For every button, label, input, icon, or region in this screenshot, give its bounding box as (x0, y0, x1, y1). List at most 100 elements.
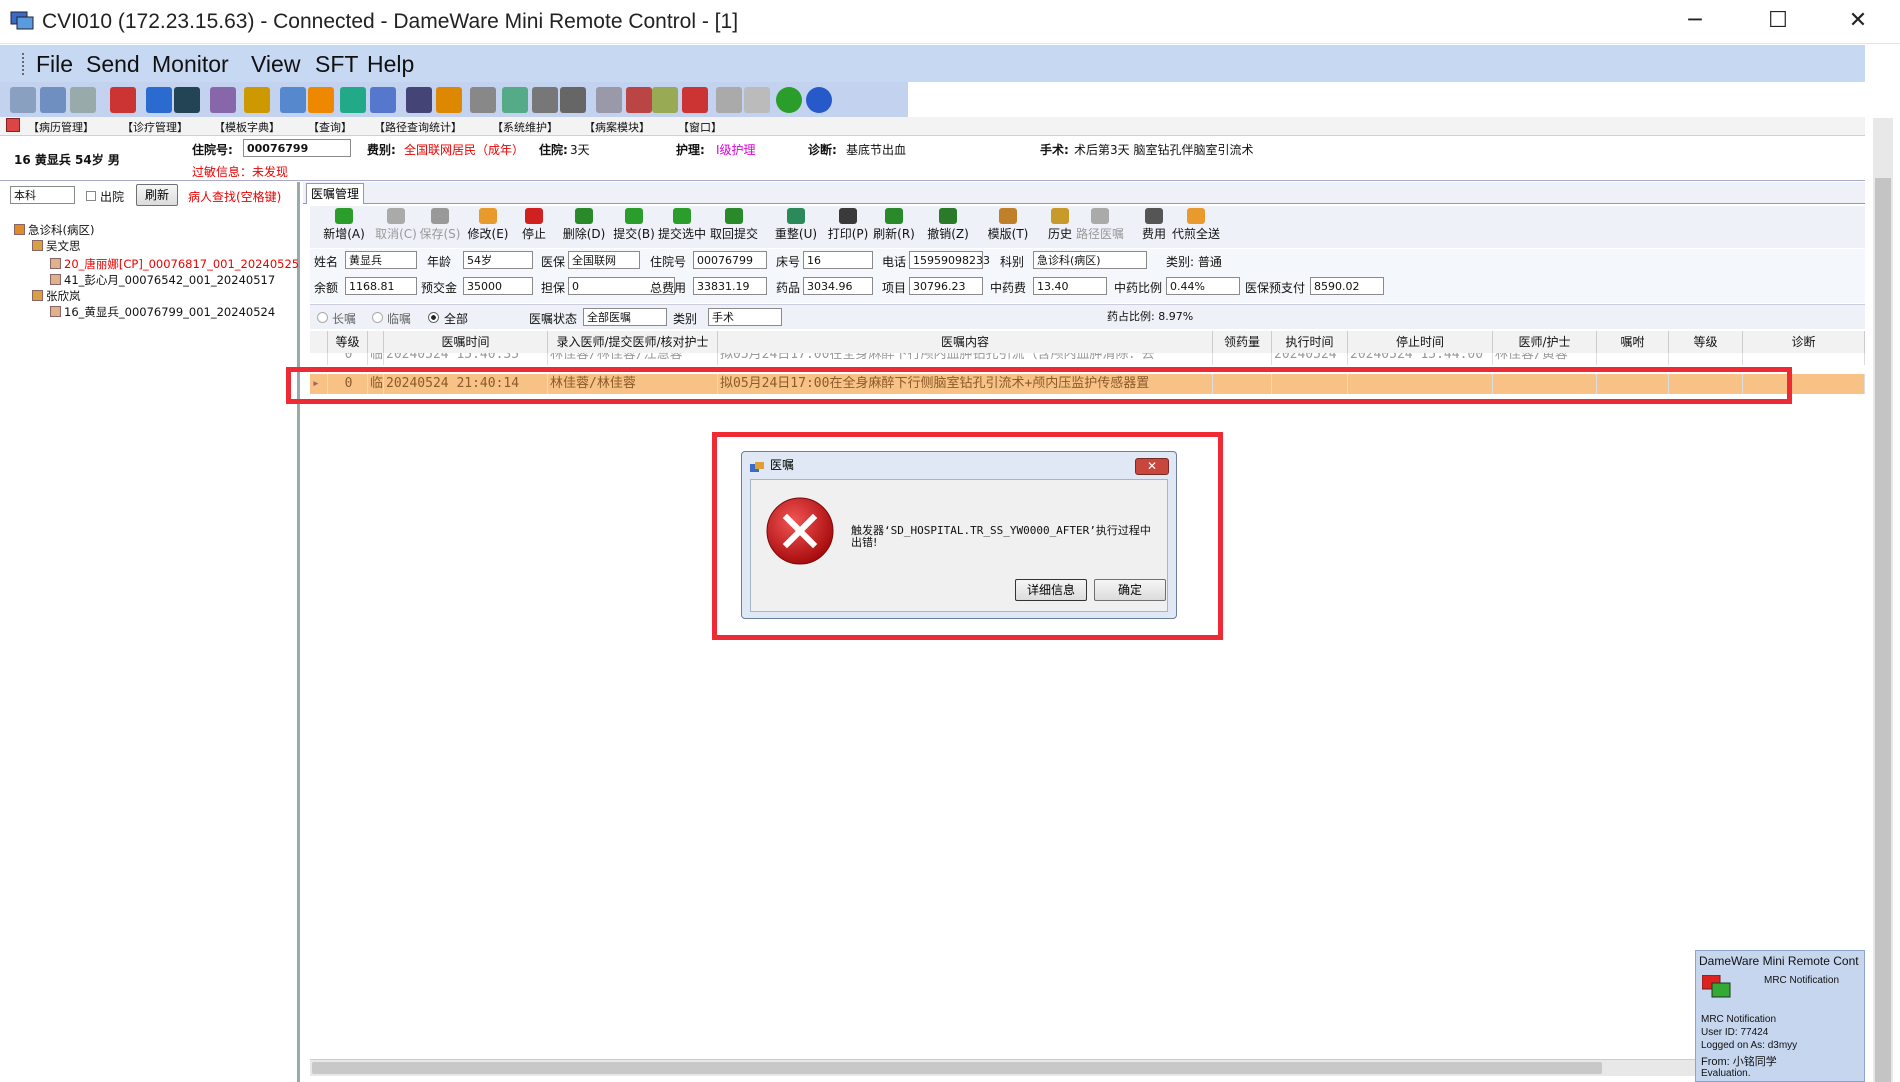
action-button-3[interactable]: 修改(E) (462, 206, 514, 242)
column-header[interactable]: 录入医师/提交医师/核对护士 (548, 331, 718, 354)
action-button-0[interactable]: 新增(A) (318, 206, 370, 242)
balance-field[interactable]: 1168.81 (345, 277, 417, 295)
column-header[interactable]: 医嘱内容 (718, 331, 1213, 354)
total-field[interactable]: 33831.19 (693, 277, 767, 295)
menu-query[interactable]: 【查询】 (308, 119, 352, 135)
insurance-field[interactable]: 全国联网 (568, 251, 640, 269)
item-field[interactable]: 30796.23 (909, 277, 983, 295)
column-header[interactable]: 等级 (1669, 331, 1743, 354)
tree-doctor-node[interactable]: 张欣岚 (32, 288, 81, 304)
action-button-7[interactable]: 提交选中 (656, 206, 708, 242)
drug-field[interactable]: 3034.96 (803, 277, 873, 295)
deposit-field[interactable]: 35000 (463, 277, 533, 295)
order-row[interactable]: 0 临 20240524 15:40:35 林佳蓉/林佳蓉/江慧蓉 拟05月24日17:… (310, 353, 1865, 365)
type-select[interactable]: 手术 (708, 308, 782, 326)
bed-field[interactable]: 16 (803, 251, 873, 269)
column-header[interactable]: 领药量 (1213, 331, 1272, 354)
column-header[interactable]: 医嘱时间 (384, 331, 548, 354)
close-button[interactable]: ✕ (1818, 0, 1898, 44)
print-icon[interactable] (532, 87, 558, 113)
tcm-ratio-field[interactable]: 0.44% (1166, 277, 1240, 295)
column-header[interactable] (368, 331, 384, 354)
menu-window[interactable]: 【窗口】 (678, 119, 722, 135)
tree-patient-node[interactable]: 41_彭心月_00076542_001_20240517 (50, 272, 275, 288)
column-header[interactable]: 停止时间 (1348, 331, 1493, 354)
globe-icon[interactable] (470, 87, 496, 113)
lock-icon[interactable] (244, 87, 270, 113)
dept-field[interactable]: 急诊科(病区) (1033, 251, 1147, 269)
menu-treatment[interactable]: 【诊疗管理】 (122, 119, 188, 135)
name-field[interactable]: 黄显兵 (345, 251, 417, 269)
action-button-11[interactable]: 刷新(R) (868, 206, 920, 242)
dialog-close-button[interactable]: ✕ (1135, 458, 1169, 475)
remote-icon[interactable] (110, 87, 136, 113)
window-icon[interactable] (744, 87, 770, 113)
refresh-button[interactable]: 刷新 (136, 184, 178, 206)
menu-monitor[interactable]: Monitor (152, 51, 229, 78)
info-icon[interactable] (776, 87, 802, 113)
record-icon[interactable] (682, 87, 708, 113)
status-select[interactable]: 全部医嘱 (583, 308, 667, 326)
menu-file[interactable]: File (36, 51, 73, 78)
settings-icon[interactable] (436, 87, 462, 113)
action-button-4[interactable]: 停止 (508, 206, 560, 242)
phone-field[interactable]: 15959098233 (909, 251, 990, 269)
menu-sys-maint[interactable]: 【系统维护】 (492, 119, 558, 135)
action-button-17[interactable]: 代煎全送 (1170, 206, 1222, 242)
column-header[interactable]: 嘱咐 (1597, 331, 1669, 354)
action-button-5[interactable]: 删除(D) (558, 206, 610, 242)
grid-icon[interactable] (406, 87, 432, 113)
view-icon[interactable] (280, 87, 306, 113)
maximize-button[interactable]: ☐ (1738, 0, 1818, 44)
menu-record-mgmt[interactable]: 【病历管理】 (28, 119, 94, 135)
scan-icon[interactable] (560, 87, 586, 113)
menu-view[interactable]: View (251, 51, 300, 78)
cursor-icon[interactable] (370, 87, 396, 113)
host-icon[interactable] (40, 87, 66, 113)
tcm-field[interactable]: 13.40 (1033, 277, 1107, 295)
vertical-scroll-thumb[interactable] (1875, 178, 1891, 1082)
stop-icon[interactable] (716, 87, 742, 113)
tree-patient-node[interactable]: 20_唐丽娜[CP]_00076817_001_20240525 (50, 256, 299, 272)
send-icon[interactable] (596, 87, 622, 113)
screen-icon[interactable] (146, 87, 172, 113)
details-button[interactable]: 详细信息 (1015, 579, 1087, 601)
text-icon[interactable] (210, 87, 236, 113)
copy-icon[interactable] (626, 87, 652, 113)
prepay-field[interactable]: 8590.02 (1310, 277, 1384, 295)
patient-search-button[interactable]: 病人查找(空格键) (188, 188, 281, 205)
tree-dept-node[interactable]: 急诊科(病区) (14, 222, 94, 238)
help-icon[interactable] (806, 87, 832, 113)
action-button-13[interactable]: 模版(T) (982, 206, 1034, 242)
menu-template[interactable]: 【模板字典】 (214, 119, 280, 135)
tab-order-mgmt[interactable]: 医嘱管理 (306, 183, 364, 204)
menu-help[interactable]: Help (367, 51, 414, 78)
action-button-10[interactable]: 打印(P) (822, 206, 874, 242)
row-selector[interactable] (310, 353, 328, 365)
radio-all[interactable] (428, 312, 439, 323)
calendar-icon[interactable] (308, 87, 334, 113)
disconnect-icon[interactable] (70, 87, 96, 113)
close-session-icon[interactable] (652, 87, 678, 113)
mrc-notification[interactable]: DameWare Mini Remote Cont MRC Notificati… (1695, 950, 1865, 1082)
tree-patient-node[interactable]: 16_黄显兵_00076799_001_20240524 (50, 304, 275, 320)
column-header[interactable]: 诊断 (1743, 331, 1865, 354)
connect-icon[interactable] (10, 87, 36, 113)
menu-case-module[interactable]: 【病案模块】 (584, 119, 650, 135)
admno-field[interactable]: 00076799 (693, 251, 767, 269)
move-icon[interactable] (174, 87, 200, 113)
radio-temp[interactable] (372, 312, 383, 323)
tree-doctor-node[interactable]: 吴文思 (32, 238, 81, 254)
action-button-15[interactable]: 路径医嘱 (1074, 206, 1126, 242)
action-button-2[interactable]: 保存(S) (414, 206, 466, 242)
pointer-icon[interactable] (340, 87, 366, 113)
minimize-button[interactable]: ─ (1655, 0, 1735, 44)
menu-path-stats[interactable]: 【路径查询统计】 (374, 119, 462, 135)
age-field[interactable]: 54岁 (463, 251, 533, 269)
horizontal-scrollbar[interactable] (310, 1059, 1695, 1076)
action-button-9[interactable]: 重整(U) (770, 206, 822, 242)
action-button-6[interactable]: 提交(B) (608, 206, 660, 242)
ok-button[interactable]: 确定 (1094, 579, 1166, 601)
action-button-8[interactable]: 取回提交 (708, 206, 760, 242)
action-button-12[interactable]: 撤销(Z) (922, 206, 974, 242)
